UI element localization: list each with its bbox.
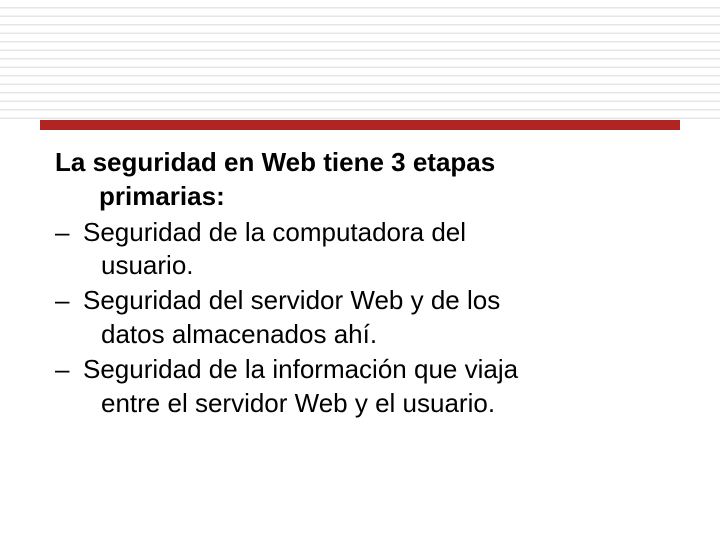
item-line-2: usuario. — [83, 249, 665, 283]
list-item: – Seguridad del servidor Web y de los da… — [55, 284, 665, 352]
heading-line-2: primarias: — [55, 180, 665, 214]
title-underline — [40, 120, 680, 130]
list-item: – Seguridad de la información que viaja … — [55, 353, 665, 421]
heading-line-1: La seguridad en Web tiene 3 etapas — [55, 147, 495, 177]
slide-content: La seguridad en Web tiene 3 etapas prima… — [55, 146, 665, 421]
item-line-2: entre el servidor Web y el usuario. — [83, 387, 665, 421]
item-line-2: datos almacenados ahí. — [83, 318, 665, 352]
list-item-text: Seguridad del servidor Web y de los dato… — [83, 284, 665, 352]
bullet-dash: – — [55, 216, 83, 284]
list-item-text: Seguridad de la computadora del usuario. — [83, 216, 665, 284]
list-item: – Seguridad de la computadora del usuari… — [55, 216, 665, 284]
list-item-text: Seguridad de la información que viaja en… — [83, 353, 665, 421]
item-line-1: Seguridad de la computadora del — [83, 217, 466, 247]
item-line-1: Seguridad del servidor Web y de los — [83, 285, 500, 315]
item-line-1: Seguridad de la información que viaja — [83, 354, 518, 384]
header-stripes — [0, 0, 720, 120]
bullet-dash: – — [55, 284, 83, 352]
bullet-dash: – — [55, 353, 83, 421]
slide-heading: La seguridad en Web tiene 3 etapas prima… — [55, 146, 665, 214]
